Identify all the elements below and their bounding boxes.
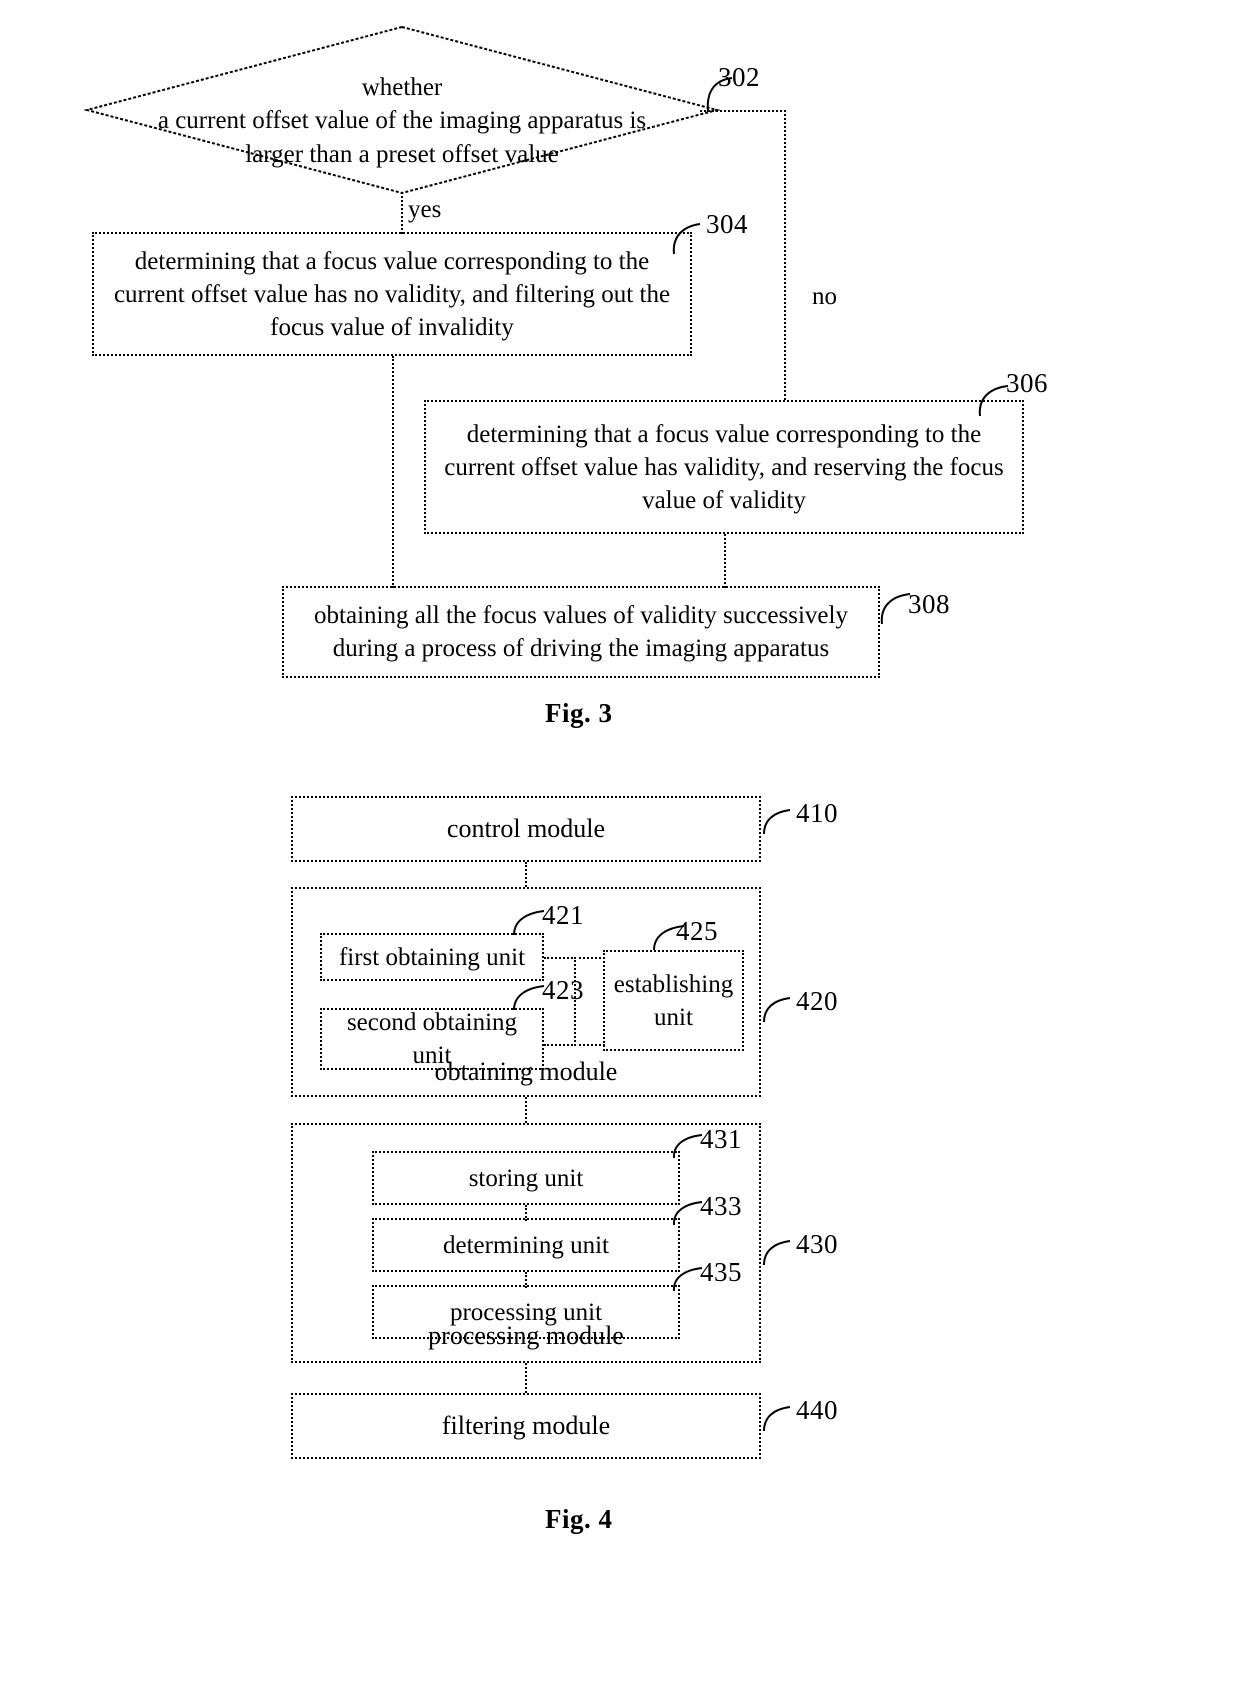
connector-bracket-vertical <box>574 957 576 1046</box>
process-box-304: determining that a focus value correspon… <box>92 232 692 356</box>
ref-label-440: 440 <box>796 1395 838 1425</box>
ref-label-421: 421 <box>542 900 584 930</box>
connector-420-to-430 <box>525 1097 527 1123</box>
ref-label-420: 420 <box>796 986 838 1016</box>
box-308-line-2: during a process of driving the imaging … <box>332 635 830 662</box>
filtering-module-box: filtering module <box>291 1393 761 1459</box>
box-308-line-1: obtaining all the focus values of validi… <box>314 602 848 629</box>
decision-line-1: whether <box>361 74 443 101</box>
process-box-308-text: obtaining all the focus values of validi… <box>304 599 858 665</box>
decision-line-3: larger than a preset offset value <box>245 140 559 168</box>
storing-unit-label: storing unit <box>468 1164 584 1192</box>
control-module-box: control module <box>291 796 761 862</box>
figure-4: control module 410 obtaining module firs… <box>0 770 1240 1681</box>
decision-text: whether a current offset value of the im… <box>84 71 720 171</box>
connector-423-bracket <box>544 1044 576 1046</box>
establishing-unit-box: establishing unit <box>603 950 744 1051</box>
filtering-module-label: filtering module <box>441 1410 611 1440</box>
ref-label-308: 308 <box>908 589 950 619</box>
connector-bracket-to-425-lower <box>574 1044 605 1046</box>
ref-label-430: 430 <box>796 1229 838 1259</box>
connector-yes-branch <box>401 192 403 234</box>
connector-bracket-to-425 <box>574 957 605 959</box>
decision-diamond-302: whether a current offset value of the im… <box>83 24 721 196</box>
decision-line-2: a current offset value of the imaging ap… <box>157 107 647 135</box>
first-obtaining-unit-box: first obtaining unit <box>320 933 544 981</box>
storing-unit-box: storing unit <box>372 1151 680 1205</box>
establishing-unit-label: establishing unit <box>613 970 734 1031</box>
ref-label-306: 306 <box>1006 368 1048 398</box>
branch-label-no: no <box>812 283 837 310</box>
process-box-304-text: determining that a focus value correspon… <box>104 245 680 344</box>
control-module-label: control module <box>446 813 606 843</box>
connector-430-to-440 <box>525 1363 527 1393</box>
figure-3: whether a current offset value of the im… <box>0 0 1240 770</box>
connector-306-to-308 <box>724 534 726 588</box>
box-306-line-3: value of validity <box>642 486 806 514</box>
ref-label-423: 423 <box>542 975 584 1005</box>
ref-label-410: 410 <box>796 798 838 828</box>
box-304-line-3: focus value of invalidity <box>270 313 514 341</box>
processing-unit-label: processing unit <box>449 1298 603 1326</box>
connector-421-bracket <box>544 957 576 959</box>
box-306-line-2: current offset value has validity, and r… <box>444 453 1004 481</box>
second-obtaining-unit-box: second obtaining unit <box>320 1008 544 1070</box>
connector-410-to-420 <box>525 862 527 887</box>
process-box-306-text: determining that a focus value correspon… <box>434 418 1014 517</box>
ref-label-304: 304 <box>706 209 748 239</box>
box-304-line-2: current offset value has no validity, an… <box>113 280 671 308</box>
figure-3-caption: Fig. 3 <box>545 698 613 728</box>
ref-label-433: 433 <box>700 1191 742 1221</box>
first-obtaining-unit-label: first obtaining unit <box>338 943 526 971</box>
determining-unit-label: determining unit <box>443 1231 609 1259</box>
second-obtaining-unit-label: second obtaining unit <box>346 1009 518 1069</box>
determining-unit-box: determining unit <box>372 1218 680 1272</box>
branch-label-yes: yes <box>408 196 442 223</box>
process-box-306: determining that a focus value correspon… <box>424 400 1024 534</box>
processing-unit-box: processing unit <box>372 1285 680 1339</box>
ref-label-435: 435 <box>700 1257 742 1287</box>
box-304-line-1: determining that a focus value correspon… <box>134 247 650 275</box>
connector-no-top <box>700 110 786 112</box>
figure-4-caption: Fig. 4 <box>545 1504 613 1534</box>
box-306-line-1: determining that a focus value correspon… <box>466 420 982 448</box>
connector-no-vertical <box>784 110 786 400</box>
connector-304-to-308 <box>392 356 394 588</box>
process-box-308: obtaining all the focus values of validi… <box>282 586 880 678</box>
ref-label-302: 302 <box>718 62 760 92</box>
ref-label-425: 425 <box>676 916 718 946</box>
ref-label-431: 431 <box>700 1124 742 1154</box>
